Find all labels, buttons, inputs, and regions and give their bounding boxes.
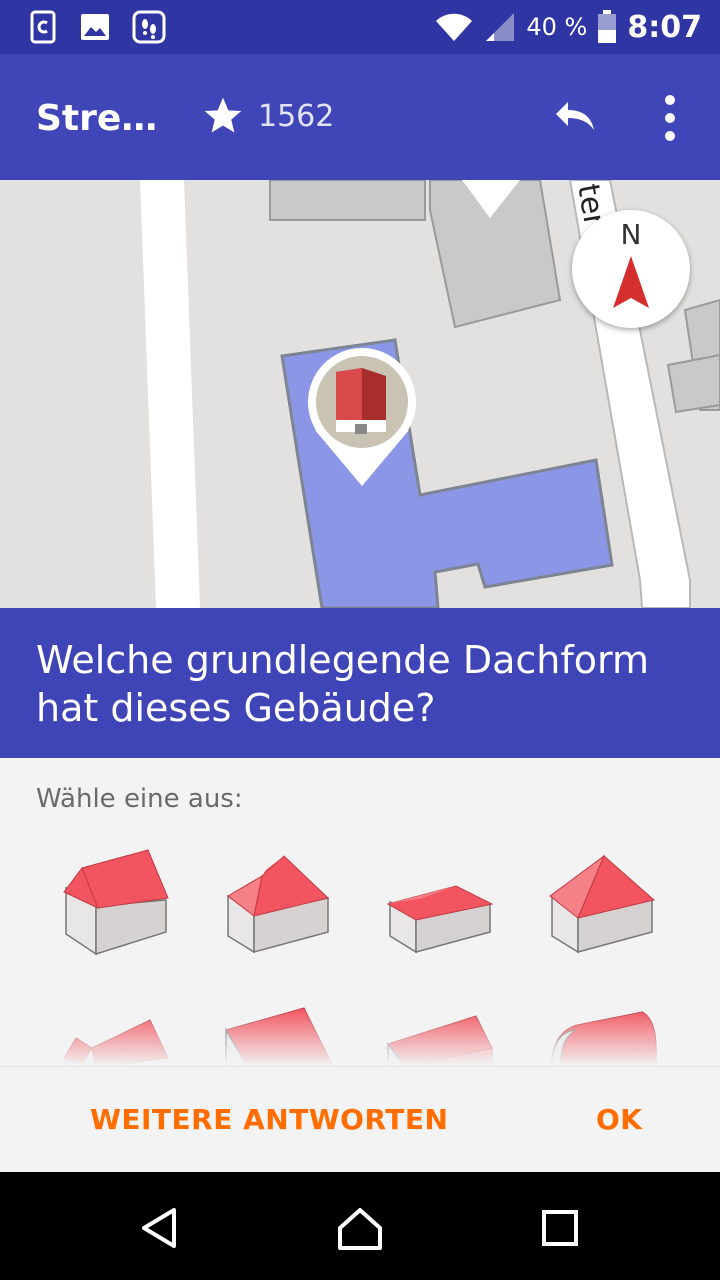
ok-button[interactable]: OK [596,1103,643,1136]
star-counter[interactable]: 1562 [200,94,334,138]
undo-icon[interactable] [546,94,602,142]
question-header: Welche grundlegende Dachform hat dieses … [0,608,720,758]
hipped-roof-icon[interactable] [218,842,338,962]
system-nav-bar [0,1172,720,1280]
notification-app-icon [30,10,56,44]
pyramidal-roof-icon[interactable] [542,842,662,962]
status-right-group: 40 % 8:07 [434,0,702,54]
clock: 8:07 [627,9,702,45]
star-count: 1562 [258,98,335,134]
footprint-icon [132,10,166,44]
question-text: Welche grundlegende Dachform hat dieses … [36,638,649,730]
toolbar-title[interactable]: Stre… [36,98,157,139]
gabled-roof-alt-icon[interactable] [380,842,500,962]
recents-icon[interactable] [536,1204,584,1252]
answer-panel[interactable]: Wähle eine aus: [0,758,720,1066]
compass-button[interactable]: N [572,210,690,328]
roof-building-icon [336,368,386,434]
compass-north-label: N [620,218,642,251]
action-bar: WEITERE ANTWORTEN OK [0,1066,720,1173]
select-hint: Wähle eine aus: [36,784,243,814]
back-icon[interactable] [136,1204,184,1252]
status-bar: 40 % 8:07 [0,0,720,54]
star-icon [204,97,242,133]
cell-signal-icon [486,13,515,41]
home-icon[interactable] [336,1204,384,1252]
more-vert-icon[interactable] [648,90,692,146]
scroll-fade [0,1008,720,1066]
more-answers-button[interactable]: WEITERE ANTWORTEN [90,1103,448,1136]
wifi-icon [436,13,473,41]
gabled-roof-icon[interactable] [56,842,176,962]
image-icon [81,14,109,40]
compass-needle-icon [613,256,649,308]
battery-icon [598,10,617,43]
battery-percent: 40 % [526,13,588,41]
app-toolbar: Stre… 1562 [0,54,720,180]
